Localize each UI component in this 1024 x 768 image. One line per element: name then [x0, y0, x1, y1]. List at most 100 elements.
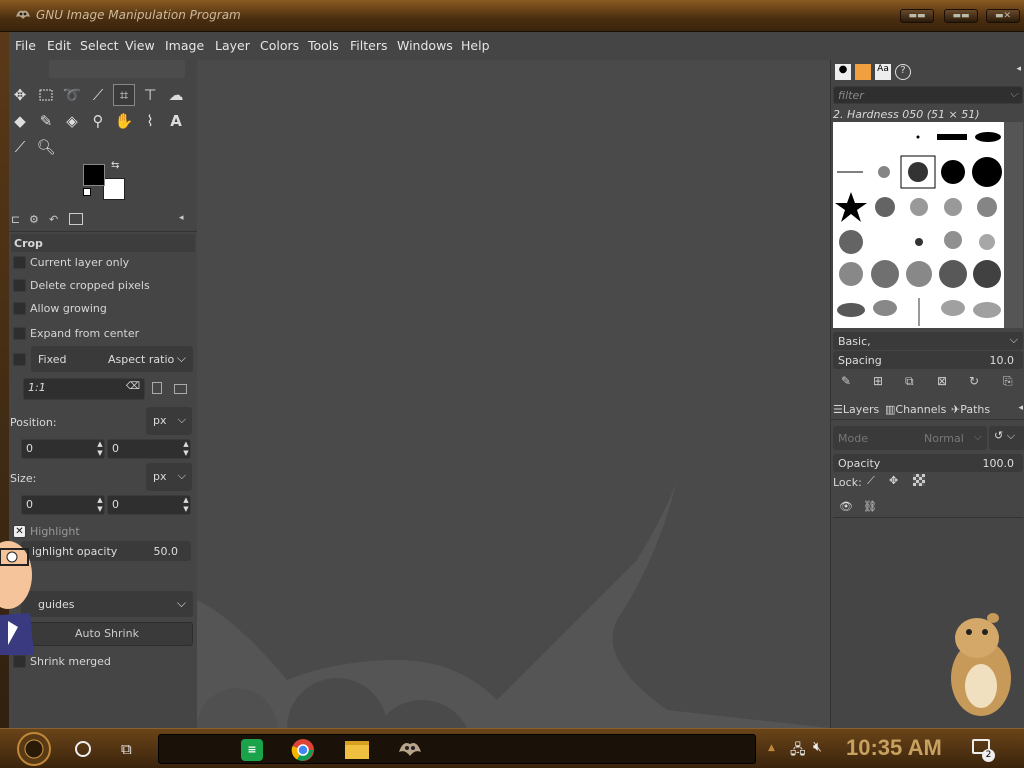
brushes-tab-icon[interactable]: ●: [835, 64, 851, 80]
size-y-input[interactable]: 0: [107, 495, 191, 515]
tab-channels[interactable]: ▥Channels: [885, 403, 946, 416]
brush-grid[interactable]: [833, 122, 1004, 328]
clone-tool-icon[interactable]: ⚲: [87, 110, 109, 132]
text-tool-icon[interactable]: A: [165, 110, 187, 132]
cortana-search-icon[interactable]: [75, 741, 91, 757]
window-titlebar[interactable]: GNU Image Manipulation Program ▬▬ ▬▬ ▬✕: [0, 0, 1024, 32]
help-tab-icon[interactable]: ?: [895, 64, 911, 80]
lock-alpha-icon[interactable]: [913, 474, 925, 486]
ratio-input[interactable]: 1:1 ⌫: [23, 378, 145, 400]
network-icon[interactable]: 🖧: [790, 739, 806, 763]
eraser-tool-icon[interactable]: ◈: [61, 110, 83, 132]
open-as-image-icon[interactable]: ⎘: [1003, 374, 1013, 389]
size-x-input[interactable]: 0: [21, 495, 105, 515]
paths-tool-icon[interactable]: ⌇: [139, 110, 161, 132]
default-colors-icon[interactable]: [83, 188, 91, 196]
warp-tool-icon[interactable]: ☁: [165, 84, 187, 106]
position-y-input[interactable]: 0: [107, 439, 191, 459]
menu-edit[interactable]: Edit: [47, 38, 71, 53]
edit-brush-icon[interactable]: ✎: [841, 374, 851, 388]
brush-tag-dropdown[interactable]: Basic, ⌵: [833, 332, 1023, 350]
expand-from-center-option[interactable]: Expand from center: [9, 324, 197, 344]
duplicate-brush-icon[interactable]: ⧉: [905, 374, 914, 389]
menu-windows[interactable]: Windows: [397, 38, 453, 53]
menu-image[interactable]: Image: [165, 38, 204, 53]
portrait-icon[interactable]: [152, 382, 162, 394]
clock[interactable]: 10:35 AM: [846, 735, 942, 761]
dock-menu-icon[interactable]: ◂: [179, 213, 184, 223]
menu-tools[interactable]: Tools: [308, 38, 339, 53]
position-x-spinner[interactable]: ▲ ▼: [95, 440, 105, 458]
bucket-fill-tool-icon[interactable]: ◆: [9, 110, 31, 132]
clear-input-icon[interactable]: ⌫: [126, 381, 140, 392]
layer-opacity-slider[interactable]: Opacity 100.0: [833, 454, 1023, 472]
menu-colors[interactable]: Colors: [260, 38, 299, 53]
brush-filter-input[interactable]: filter ⌵: [833, 86, 1023, 104]
position-x-input[interactable]: 0: [21, 439, 105, 459]
image-canvas[interactable]: [197, 60, 830, 728]
highlight-option[interactable]: ✕ Highlight: [9, 522, 197, 542]
dock-menu-icon[interactable]: ◂: [1016, 64, 1021, 74]
lock-position-icon[interactable]: ✥: [889, 474, 898, 487]
spacing-slider[interactable]: Spacing 10.0: [833, 351, 1023, 369]
eye-icon[interactable]: 👁︎: [839, 500, 853, 513]
delete-brush-icon[interactable]: ⊠: [937, 374, 947, 388]
position-unit-dropdown[interactable]: px ⌵: [146, 407, 192, 435]
gimp-taskbar-icon[interactable]: [397, 738, 423, 762]
menu-select[interactable]: Select: [80, 38, 119, 53]
layer-mode-dropdown[interactable]: Mode Normal ⌵: [833, 426, 987, 450]
menu-layer[interactable]: Layer: [215, 38, 250, 53]
shrink-merged-checkbox[interactable]: [13, 655, 26, 668]
tab-layers[interactable]: ☰Layers: [833, 403, 879, 416]
smudge-tool-icon[interactable]: ✋: [113, 110, 135, 132]
expand-from-center-checkbox[interactable]: [13, 327, 26, 340]
size-unit-dropdown[interactable]: px ⌵: [146, 463, 192, 491]
size-x-spinner[interactable]: ▲ ▼: [95, 496, 105, 514]
menu-view[interactable]: View: [125, 38, 155, 53]
tab-paths[interactable]: ✈Paths: [951, 403, 990, 416]
paintbrush-tool-icon[interactable]: ✎: [35, 110, 57, 132]
fuzzy-select-tool-icon[interactable]: ⟋: [87, 84, 109, 106]
crop-tool-icon[interactable]: ⌗: [113, 84, 135, 106]
delete-cropped-option[interactable]: Delete cropped pixels: [9, 276, 197, 296]
color-picker-tool-icon[interactable]: ⟋: [9, 136, 31, 158]
file-explorer-icon[interactable]: [345, 741, 369, 759]
move-tool-icon[interactable]: ✥: [9, 84, 31, 106]
swap-colors-icon[interactable]: ⇆: [111, 160, 119, 171]
menu-filters[interactable]: Filters: [350, 38, 387, 53]
menu-file[interactable]: File: [15, 38, 36, 53]
chrome-icon[interactable]: [291, 738, 315, 762]
maximize-button[interactable]: ▬▬: [944, 9, 978, 23]
shrink-merged-option[interactable]: Shrink merged: [9, 652, 197, 672]
chevron-up-icon[interactable]: ▲: [768, 743, 775, 753]
start-orb-icon[interactable]: [12, 731, 56, 767]
background-color-swatch[interactable]: [103, 178, 125, 200]
size-y-spinner[interactable]: ▲ ▼: [181, 496, 191, 514]
foreground-color-swatch[interactable]: [83, 164, 105, 186]
current-layer-only-option[interactable]: Current layer only: [9, 253, 197, 273]
lasso-tool-icon[interactable]: ➰: [61, 84, 83, 106]
images-tab-icon[interactable]: [69, 213, 83, 225]
allow-growing-option[interactable]: Allow growing: [9, 299, 197, 319]
zoom-tool-icon[interactable]: 🔍︎: [35, 136, 57, 158]
position-y-spinner[interactable]: ▲ ▼: [181, 440, 191, 458]
dock-menu-icon[interactable]: ◂: [1018, 403, 1023, 413]
chain-icon[interactable]: ⛓: [863, 500, 877, 513]
rect-select-tool-icon[interactable]: [35, 84, 57, 106]
landscape-icon[interactable]: [174, 384, 187, 394]
volume-muted-icon[interactable]: 🔇︎: [813, 739, 822, 755]
fonts-tab-icon[interactable]: Aa: [875, 64, 891, 80]
current-layer-only-checkbox[interactable]: [13, 256, 26, 269]
new-brush-icon[interactable]: ⊞: [873, 374, 883, 388]
transform-tool-icon[interactable]: ⊤: [139, 84, 161, 106]
brush-grid-scrollbar[interactable]: [1004, 122, 1023, 328]
fixed-checkbox[interactable]: [13, 353, 26, 366]
delete-cropped-checkbox[interactable]: [13, 279, 26, 292]
google-sheets-icon[interactable]: ≡: [241, 739, 263, 761]
composite-mode-dropdown[interactable]: ↺ ⌵: [989, 426, 1024, 450]
device-status-tab-icon[interactable]: ⚙: [29, 213, 39, 226]
minimize-button[interactable]: ▬▬: [900, 9, 934, 23]
task-view-icon[interactable]: ⧉: [121, 740, 132, 758]
highlight-opacity-slider[interactable]: ighlight opacity 50.0: [21, 541, 191, 561]
patterns-tab-icon[interactable]: [855, 64, 871, 80]
